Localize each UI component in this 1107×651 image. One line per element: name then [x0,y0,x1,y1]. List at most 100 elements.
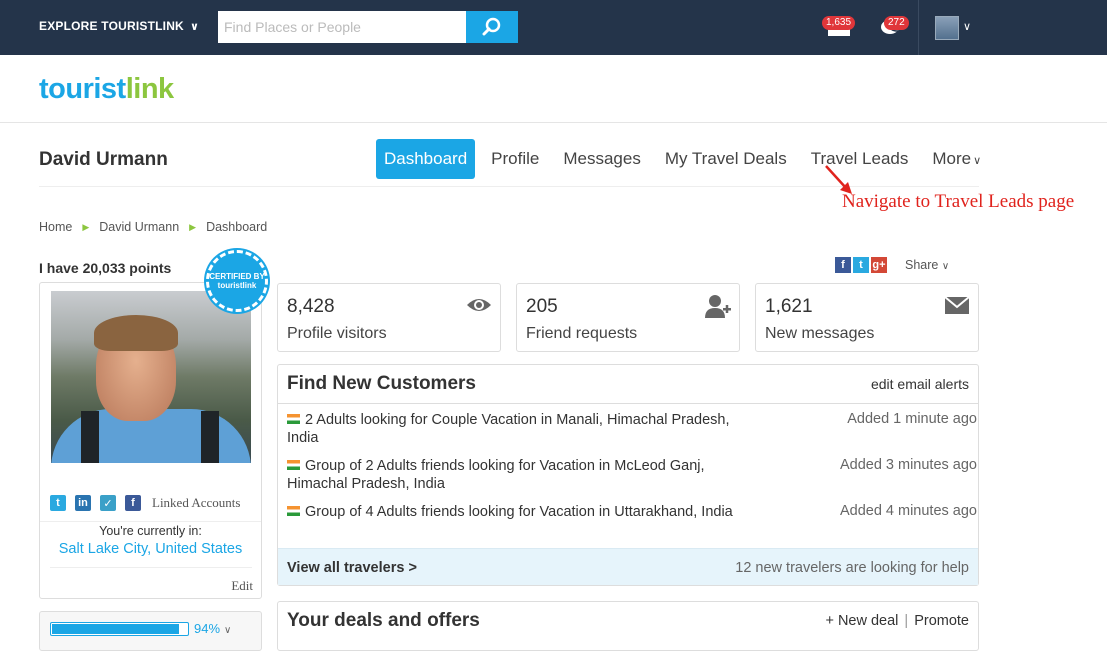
explore-label: EXPLORE TOURISTLINK [39,19,184,33]
google-plus-icon[interactable]: g+ [871,257,887,273]
chevron-right-icon: ▶ [82,221,90,232]
facebook-icon[interactable]: f [835,257,851,273]
certified-badge-text: CERTIFIED BY touristlink [209,272,265,290]
search-icon [482,17,501,36]
new-travelers-count: 12 new travelers are looking for help [735,560,969,576]
list-item[interactable]: Group of 2 Adults friends looking for Va… [287,457,977,493]
lead-text: Group of 4 Adults friends looking for Va… [305,504,733,520]
panel-title: Find New Customers [287,373,476,394]
points-label: I have 20,033 points [39,260,172,276]
chat-badge: 272 [884,16,909,30]
stat-new-messages[interactable]: 1,621 New messages [755,283,979,352]
profile-card: t in ✓ f Linked Accounts You're currentl… [39,282,262,599]
current-location-label: You're currently in: [99,524,202,538]
twitter-icon[interactable]: t [50,495,66,511]
stat-value: 205 [526,296,558,317]
top-bar: EXPLORE TOURISTLINK ∨ 1,635 272 ∨ [0,0,1107,55]
header-divider [0,122,1107,123]
chevron-down-icon[interactable]: ∨ [963,20,971,33]
photo-hair [94,315,178,351]
logo-text-tourist: tourist [39,73,126,105]
notification-badge: 1,635 [822,16,856,30]
page-title: David Urmann [39,149,168,170]
tab-messages[interactable]: Messages [555,139,648,179]
share-bar: f t g+ Share ∨ [835,257,949,273]
view-all-travelers-link[interactable]: View all travelers > [287,560,417,576]
breadcrumb-user[interactable]: David Urmann [99,220,179,234]
tab-more[interactable]: More ∨ [924,139,989,179]
share-button[interactable]: Share ∨ [905,258,949,272]
touristlink-icon[interactable]: ✓ [100,495,116,511]
progress-percent-value: 94% [194,621,221,636]
find-new-customers-panel: Find New Customers edit email alerts 2 A… [277,364,979,586]
photo-strap [201,411,219,463]
topbar-divider [918,0,919,55]
breadcrumb-current: Dashboard [206,220,268,234]
envelope-icon [944,296,970,314]
separator: | [904,613,909,629]
lead-text: 2 Adults looking for Couple Vacation in … [287,412,730,446]
chevron-down-icon: ∨ [189,21,200,33]
progress-bar [50,622,189,636]
add-user-icon [705,295,731,318]
linkedin-icon[interactable]: in [75,495,91,511]
profile-photo[interactable] [51,291,251,463]
more-label: More [932,149,972,168]
india-flag-icon [287,460,300,470]
stat-profile-visitors[interactable]: 8,428 Profile visitors [277,283,501,352]
logo-text-link: link [125,73,174,105]
profile-completion: 94% ∨ [39,611,262,651]
breadcrumb: Home ▶ David Urmann ▶ Dashboard [39,220,267,234]
user-avatar[interactable] [935,16,959,40]
edit-location-link[interactable]: Edit [231,578,253,594]
search-button[interactable] [466,11,518,43]
progress-percent[interactable]: 94% ∨ [194,621,231,636]
lead-time: Added 1 minute ago [847,411,977,427]
progress-fill [52,624,179,634]
list-item[interactable]: Group of 4 Adults friends looking for Va… [287,503,977,521]
lead-time: Added 3 minutes ago [839,457,977,473]
photo-strap [81,411,99,463]
stat-friend-requests[interactable]: 205 Friend requests [516,283,740,352]
india-flag-icon [287,506,300,516]
breadcrumb-home[interactable]: Home [39,220,72,234]
deals-actions: + New deal | Promote [825,613,969,629]
panel-divider [278,403,978,404]
new-deal-link[interactable]: + New deal [825,613,898,629]
annotation-text: Navigate to Travel Leads page [842,191,1075,212]
main-nav: Dashboard Profile Messages My Travel Dea… [376,139,997,179]
facebook-icon[interactable]: f [125,495,141,511]
chevron-down-icon: ∨ [941,261,950,272]
list-item[interactable]: 2 Adults looking for Couple Vacation in … [287,411,977,447]
promote-link[interactable]: Promote [914,613,969,629]
tab-dashboard[interactable]: Dashboard [376,139,476,179]
edit-email-alerts-link[interactable]: edit email alerts [871,376,969,392]
social-links: t in ✓ f Linked Accounts [50,495,240,511]
certified-badge: CERTIFIED BY touristlink [206,250,268,312]
card-divider [40,521,261,522]
search-input[interactable] [218,11,466,43]
deals-panel: Your deals and offers + New deal | Promote [277,601,979,651]
card-divider [50,567,252,568]
lead-text: Group of 2 Adults friends looking for Va… [287,458,705,492]
share-label: Share [905,258,939,272]
panel-footer: View all travelers > 12 new travelers ar… [278,548,978,585]
chevron-down-icon: ∨ [973,155,982,167]
india-flag-icon [287,414,300,424]
chevron-down-icon: ∨ [224,625,232,636]
touristlink-logo[interactable]: touristlink [39,73,174,106]
tab-profile[interactable]: Profile [483,139,547,179]
twitter-icon[interactable]: t [853,257,869,273]
stat-label: Profile visitors [287,325,387,342]
current-city-link[interactable]: Salt Lake City, United States [40,541,261,557]
deals-title: Your deals and offers [287,610,480,631]
stat-label: New messages [765,325,875,342]
stat-label: Friend requests [526,325,638,342]
stat-value: 1,621 [765,296,813,317]
chevron-right-icon: ▶ [189,221,197,232]
linked-accounts-label[interactable]: Linked Accounts [152,495,240,511]
eye-icon [467,299,491,311]
tab-my-travel-deals[interactable]: My Travel Deals [657,139,795,179]
stat-value: 8,428 [287,296,335,317]
explore-menu[interactable]: EXPLORE TOURISTLINK ∨ [39,19,199,33]
